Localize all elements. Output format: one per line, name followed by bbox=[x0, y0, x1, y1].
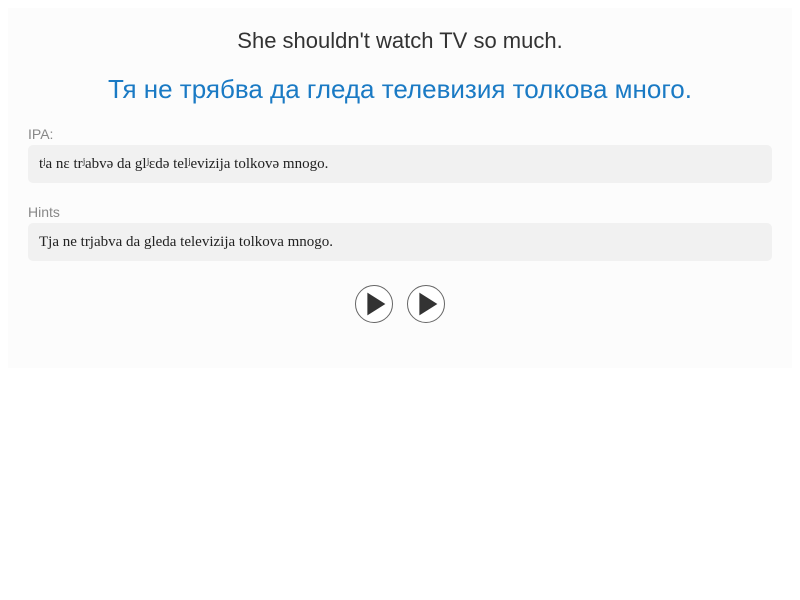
play-slow-speed-button[interactable] bbox=[407, 285, 445, 323]
play-icon bbox=[367, 292, 386, 316]
audio-controls bbox=[8, 285, 792, 323]
sentence-card: She shouldn't watch TV so much. Тя не тр… bbox=[8, 8, 792, 368]
bulgarian-translation: Тя не трябва да гледа телевизия толкова … bbox=[108, 74, 692, 104]
english-sentence: She shouldn't watch TV so much. bbox=[237, 28, 563, 53]
play-normal-speed-button[interactable] bbox=[355, 285, 393, 323]
hints-box: Tja ne trjabva da gleda televizija tolko… bbox=[28, 223, 772, 261]
ipa-box: tʲa nɛ trʲabvə da glʲɛdə telʲevizija tol… bbox=[28, 145, 772, 183]
play-icon bbox=[419, 292, 438, 316]
hints-label: Hints bbox=[28, 204, 60, 220]
ipa-label: IPA: bbox=[28, 126, 54, 142]
